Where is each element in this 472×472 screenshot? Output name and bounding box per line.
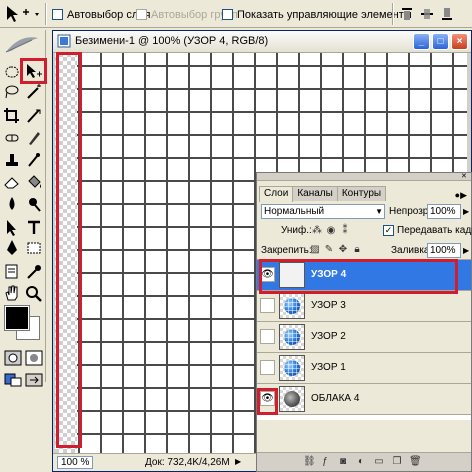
brush-tool-icon[interactable] xyxy=(24,128,44,148)
propagate-frame-label: Передавать кадр 1 xyxy=(397,225,472,236)
palette-close-icon[interactable]: ✕ xyxy=(461,173,468,180)
layer-style-icon[interactable]: ƒ xyxy=(319,456,331,468)
opacity-field[interactable]: 100% xyxy=(427,204,461,219)
layer-thumbnail xyxy=(279,324,305,350)
layer-row-uzor-2[interactable]: УЗОР 2 xyxy=(257,322,471,353)
lock-label: Закрепить: xyxy=(261,245,312,256)
notes-tool-icon[interactable] xyxy=(2,262,22,282)
layer-row-uzor-3[interactable]: УЗОР 3 xyxy=(257,291,471,322)
transparent-strip-highlight xyxy=(56,52,82,448)
close-button[interactable]: × xyxy=(451,33,468,50)
zoom-tool-icon[interactable] xyxy=(24,284,44,304)
palette-menu-icon[interactable]: ●▶ xyxy=(455,190,467,201)
jump-to-imageready-icon[interactable] xyxy=(24,370,44,390)
new-layer-icon[interactable]: ❐ xyxy=(391,456,403,468)
show-transform-controls-label: Показать управляющие элементы xyxy=(237,8,412,21)
align-bottom-icon[interactable] xyxy=(438,5,456,23)
visibility-toggle[interactable] xyxy=(260,360,275,375)
tab-channels[interactable]: Каналы xyxy=(292,186,338,201)
blur-tool-icon[interactable] xyxy=(2,194,22,214)
pen-tool-icon[interactable] xyxy=(2,238,22,258)
fill-field[interactable]: 100% xyxy=(427,243,461,258)
maximize-button[interactable]: □ xyxy=(432,33,449,50)
unify-visibility-icon[interactable]: ◉ xyxy=(325,225,337,237)
opacity-arrow-icon[interactable]: ▶ xyxy=(463,207,469,216)
tab-paths[interactable]: Контуры xyxy=(336,186,387,201)
blend-mode-value: Нормальный xyxy=(264,206,325,217)
lasso-tool-icon[interactable] xyxy=(2,82,22,102)
layer-name: УЗОР 2 xyxy=(311,331,346,342)
eyedropper-tool-icon[interactable] xyxy=(24,262,44,282)
add-mask-icon[interactable]: ◙ xyxy=(337,456,349,468)
photoshop-doc-icon xyxy=(57,34,71,48)
healing-brush-icon[interactable] xyxy=(2,128,22,148)
adjustment-layer-icon[interactable]: ◐ xyxy=(355,456,367,468)
lock-all-icon[interactable]: 🔒︎ xyxy=(351,244,363,256)
selected-layer-highlight xyxy=(259,259,458,294)
document-title: Безимени-1 @ 100% (УЗОР 4, RGB/8) xyxy=(75,35,269,47)
paint-bucket-icon[interactable] xyxy=(24,172,44,192)
align-top-icon[interactable] xyxy=(398,5,416,23)
palette-title-bar[interactable]: ✕ xyxy=(257,173,471,181)
layers-bottom-bar: ⛓ ƒ ◙ ◐ ▭ ❐ 🗑︎ xyxy=(257,452,471,471)
unify-label: Униф.: xyxy=(281,225,312,236)
new-group-icon[interactable]: ▭ xyxy=(373,456,385,468)
magic-wand-tool-icon[interactable] xyxy=(24,82,44,102)
history-brush-icon[interactable] xyxy=(24,150,44,170)
document-size: Док: 732,4K/4,26M xyxy=(145,457,230,468)
zoom-field[interactable]: 100 % xyxy=(57,456,93,469)
layer-thumbnail xyxy=(279,293,305,319)
lock-pixels-icon[interactable]: ✎ xyxy=(323,244,335,256)
layer-thumbnail xyxy=(279,386,305,412)
options-bar: Автовыбор слоя Автовыбор групп Показать … xyxy=(0,0,472,28)
layer-row-uzor-1[interactable]: УЗОР 1 xyxy=(257,353,471,384)
type-tool-icon[interactable] xyxy=(24,218,44,238)
lock-transparency-icon[interactable]: ▨ xyxy=(309,244,321,256)
palette-tabs: Слои Каналы Контуры xyxy=(259,186,387,202)
move-tool-highlight xyxy=(20,58,47,84)
hand-tool-icon[interactable] xyxy=(2,284,22,304)
lock-position-icon[interactable]: ✥ xyxy=(337,244,349,256)
shape-tool-icon[interactable] xyxy=(24,238,44,258)
layer-thumbnail xyxy=(279,355,305,381)
toolbox xyxy=(0,30,47,387)
standard-mode-icon[interactable] xyxy=(3,348,23,368)
screen-mode-icon[interactable] xyxy=(3,370,23,390)
tab-layers[interactable]: Слои xyxy=(259,186,294,202)
trash-icon[interactable]: 🗑︎ xyxy=(409,456,422,468)
crop-tool-icon[interactable] xyxy=(2,106,22,126)
slice-tool-icon[interactable] xyxy=(24,106,44,126)
layer-name: УЗОР 3 xyxy=(311,300,346,311)
path-selection-icon[interactable] xyxy=(2,218,22,238)
feather-logo-icon xyxy=(2,32,42,58)
unify-position-icon[interactable]: ⁂ xyxy=(311,225,323,237)
align-middle-icon[interactable] xyxy=(418,5,436,23)
layers-palette: ✕ Слои Каналы Контуры ●▶ Нормальный ▼ Не… xyxy=(256,172,472,472)
fill-arrow-icon[interactable]: ▶ xyxy=(463,246,469,255)
move-tool-options-icon[interactable] xyxy=(3,4,43,24)
propagate-frame-checkbox[interactable]: ✓ xyxy=(383,225,394,236)
layer-row-oblaka-4[interactable]: 👁︎ ОБЛАКА 4 xyxy=(257,384,471,415)
dodge-tool-icon[interactable] xyxy=(24,194,44,214)
minimize-button[interactable]: _ xyxy=(413,33,430,50)
quick-mask-icon[interactable] xyxy=(24,348,44,368)
unify-style-icon[interactable]: ⁑ xyxy=(339,225,351,237)
eye-highlight xyxy=(257,388,278,415)
layer-name: УЗОР 1 xyxy=(311,362,346,373)
foreground-color-swatch[interactable] xyxy=(5,306,29,330)
marquee-tool-icon[interactable] xyxy=(2,62,22,82)
show-transform-controls-checkbox[interactable]: Показать управляющие элементы xyxy=(222,8,412,21)
visibility-toggle[interactable] xyxy=(260,298,275,313)
blend-mode-select[interactable]: Нормальный ▼ xyxy=(261,204,385,219)
eraser-tool-icon[interactable] xyxy=(2,172,22,192)
status-menu-arrow-icon[interactable]: ▶ xyxy=(235,457,241,466)
clone-stamp-icon[interactable] xyxy=(2,150,22,170)
document-title-bar[interactable]: Безимени-1 @ 100% (УЗОР 4, RGB/8) _ □ × xyxy=(53,31,471,53)
layer-name: ОБЛАКА 4 xyxy=(311,393,360,404)
visibility-toggle[interactable] xyxy=(260,329,275,344)
chevron-down-icon: ▼ xyxy=(375,207,383,216)
link-icon[interactable]: ⛓ xyxy=(303,456,316,468)
